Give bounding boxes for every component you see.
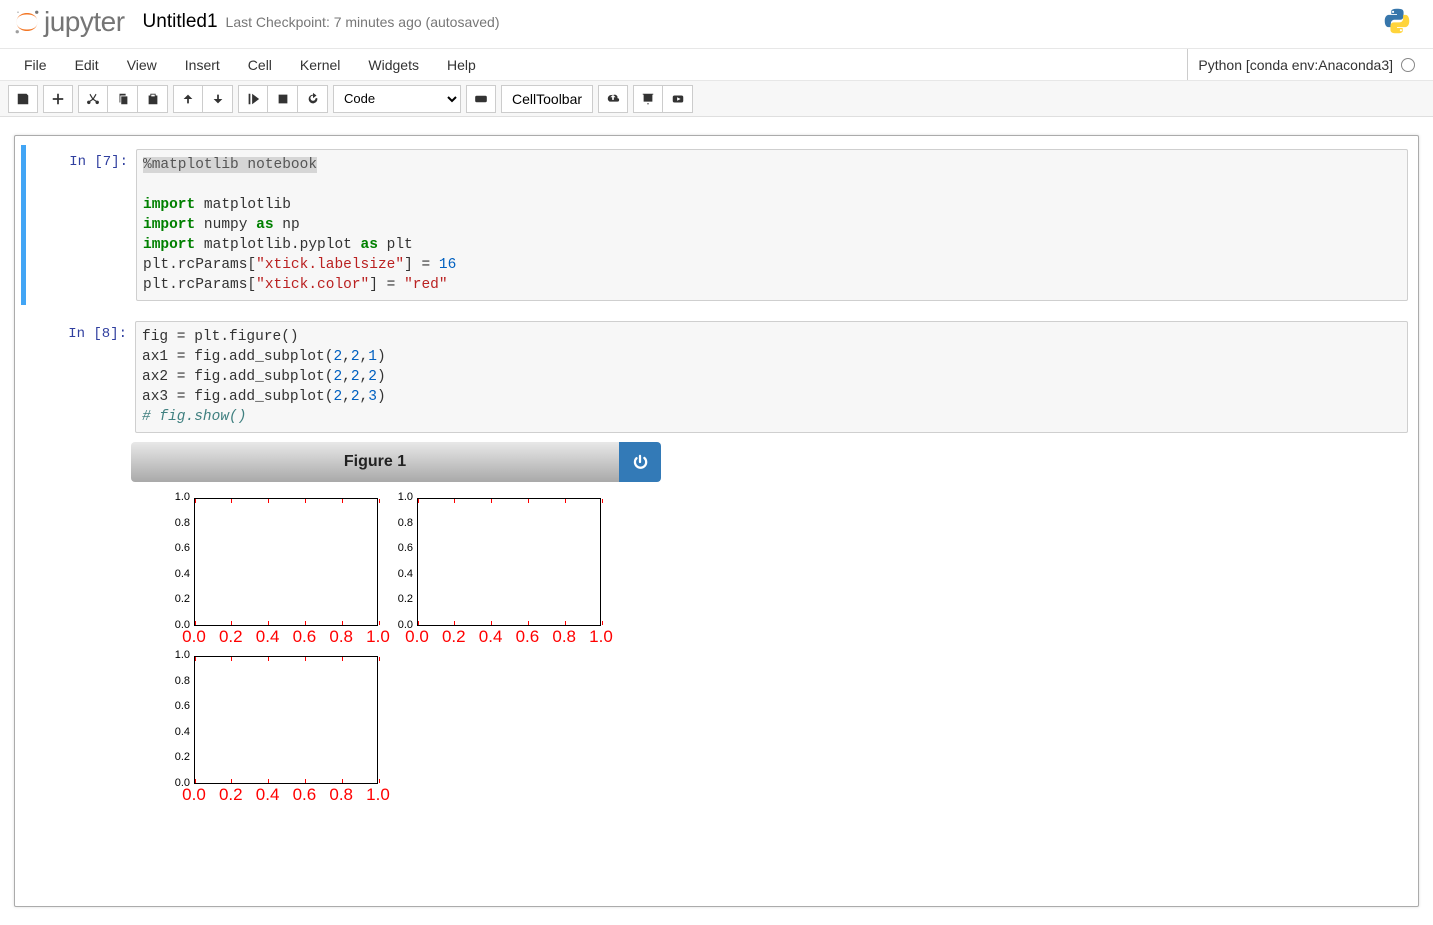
restart-button[interactable] <box>298 85 328 113</box>
xtick-label: 0.6 <box>509 627 545 647</box>
upload-button[interactable] <box>598 85 628 113</box>
xtick-label: 0.8 <box>323 627 359 647</box>
input-prompt: In [8]: <box>25 321 135 433</box>
ytick-label: 0.4 <box>166 726 190 738</box>
ytick-label: 0.8 <box>389 517 413 529</box>
subplot: 0.00.20.40.60.81.00.00.20.40.60.81.0 <box>417 498 601 626</box>
xtick-label: 1.0 <box>583 627 619 647</box>
add-cell-button[interactable] <box>43 85 73 113</box>
ytick-label: 0.4 <box>166 568 190 580</box>
menu-cell[interactable]: Cell <box>234 50 286 80</box>
xtick-label: 0.8 <box>546 627 582 647</box>
input-prompt: In [7]: <box>26 149 136 301</box>
menu-widgets[interactable]: Widgets <box>354 50 433 80</box>
code-cell[interactable]: In [8]: fig = plt.figure() ax1 = fig.add… <box>21 317 1412 437</box>
xtick-label: 0.4 <box>250 627 286 647</box>
figure-canvas[interactable]: 0.00.20.40.60.81.00.00.20.40.60.81.00.00… <box>131 496 661 886</box>
xtick-label: 0.0 <box>399 627 435 647</box>
jupyter-logo[interactable]: jupyter <box>8 6 125 38</box>
menu-edit[interactable]: Edit <box>61 50 113 80</box>
menu-kernel[interactable]: Kernel <box>286 50 354 80</box>
cell-type-select[interactable]: Code <box>333 85 461 113</box>
xtick-label: 0.0 <box>176 627 212 647</box>
figure-toolbar: Figure 1 <box>131 442 661 482</box>
save-button[interactable] <box>8 85 38 113</box>
notebook-container: In [7]: %matplotlib notebook import matp… <box>0 117 1433 925</box>
figure-title[interactable]: Figure 1 <box>131 442 619 482</box>
ytick-label: 0.6 <box>166 542 190 554</box>
power-icon <box>631 453 649 471</box>
copy-button[interactable] <box>108 85 138 113</box>
xtick-label: 0.6 <box>286 627 322 647</box>
menu-file[interactable]: File <box>10 50 61 80</box>
python-logo-icon <box>1383 7 1411 38</box>
xtick-label: 0.2 <box>213 627 249 647</box>
menu-help[interactable]: Help <box>433 50 490 80</box>
menu-view[interactable]: View <box>113 50 171 80</box>
jupyter-logo-icon <box>12 7 42 37</box>
ytick-label: 0.2 <box>389 593 413 605</box>
cut-button[interactable] <box>78 85 108 113</box>
code-cell[interactable]: In [7]: %matplotlib notebook import matp… <box>21 145 1412 305</box>
xtick-label: 0.2 <box>436 627 472 647</box>
kernel-name[interactable]: Python [conda env:Anaconda3] <box>1198 57 1393 73</box>
kernel-status-idle-icon <box>1401 58 1415 72</box>
present-button[interactable] <box>633 85 663 113</box>
video-button[interactable] <box>663 85 693 113</box>
xtick-label: 0.8 <box>323 785 359 805</box>
ytick-label: 0.6 <box>166 700 190 712</box>
subplot: 0.00.20.40.60.81.00.00.20.40.60.81.0 <box>194 498 378 626</box>
menubar: File Edit View Insert Cell Kernel Widget… <box>0 49 1433 81</box>
move-down-button[interactable] <box>203 85 233 113</box>
ytick-label: 0.6 <box>389 542 413 554</box>
interrupt-button[interactable] <box>268 85 298 113</box>
notebook-header: jupyter Untitled1 Last Checkpoint: 7 min… <box>0 0 1433 49</box>
paste-button[interactable] <box>138 85 168 113</box>
run-button[interactable] <box>238 85 268 113</box>
toolbar: Code CellToolbar <box>0 81 1433 117</box>
xtick-label: 0.2 <box>213 785 249 805</box>
xtick-label: 0.4 <box>250 785 286 805</box>
ytick-label: 1.0 <box>166 649 190 661</box>
ytick-label: 1.0 <box>389 491 413 503</box>
ytick-label: 0.8 <box>166 675 190 687</box>
jupyter-logo-text: jupyter <box>44 6 125 38</box>
cell-toolbar-button[interactable]: CellToolbar <box>501 85 593 113</box>
ytick-label: 0.2 <box>166 751 190 763</box>
xtick-label: 0.4 <box>473 627 509 647</box>
subplot: 0.00.20.40.60.81.00.00.20.40.60.81.0 <box>194 656 378 784</box>
xtick-label: 1.0 <box>360 785 396 805</box>
ytick-label: 0.2 <box>166 593 190 605</box>
figure-stop-button[interactable] <box>619 442 661 482</box>
checkpoint-text: Last Checkpoint: 7 minutes ago (autosave… <box>226 14 500 30</box>
kernel-indicator-area: Python [conda env:Anaconda3] <box>1187 49 1423 80</box>
ytick-label: 1.0 <box>166 491 190 503</box>
command-palette-button[interactable] <box>466 85 496 113</box>
xtick-label: 0.6 <box>286 785 322 805</box>
ytick-label: 0.8 <box>166 517 190 529</box>
code-input[interactable]: fig = plt.figure() ax1 = fig.add_subplot… <box>135 321 1408 433</box>
notebook-name[interactable]: Untitled1 <box>143 11 218 33</box>
code-input[interactable]: %matplotlib notebook import matplotlib i… <box>136 149 1408 301</box>
output-area: Figure 1 0.00.20.40.60.81.00.00.20.40.60… <box>131 442 1412 886</box>
move-up-button[interactable] <box>173 85 203 113</box>
xtick-label: 0.0 <box>176 785 212 805</box>
menu-insert[interactable]: Insert <box>171 50 234 80</box>
ytick-label: 0.4 <box>389 568 413 580</box>
